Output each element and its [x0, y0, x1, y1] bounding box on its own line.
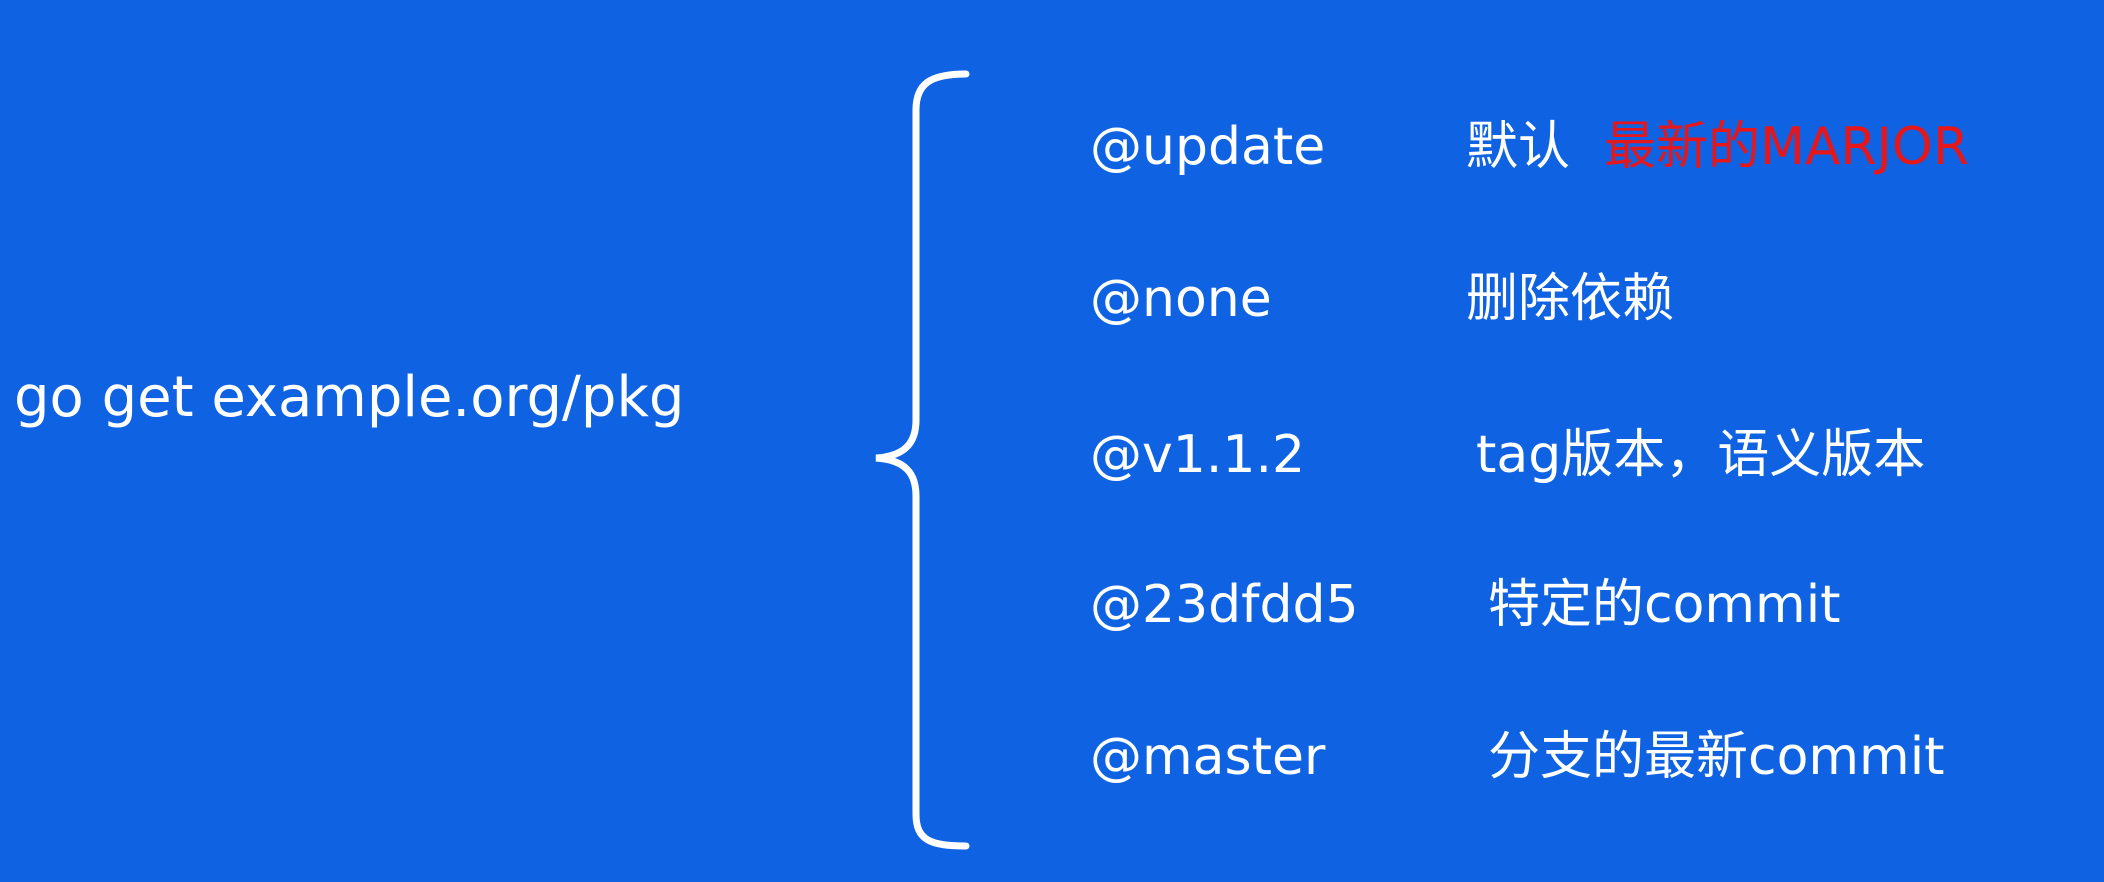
option-row-none: @none 删除依赖 — [0, 264, 2104, 334]
option-description: 默认 — [1466, 117, 1571, 177]
option-row-update: @update 默认 最新的MARJOR — [0, 112, 2104, 182]
option-row-version: @v1.1.2 tag版本，语义版本 — [0, 420, 2104, 490]
option-tag: @update — [1090, 117, 1326, 177]
option-description: 删除依赖 — [1466, 269, 1675, 329]
option-description: tag版本，语义版本 — [1476, 425, 1926, 485]
option-tag: @23dfdd5 — [1090, 575, 1359, 635]
option-row-master: @master 分支的最新commit — [0, 722, 2104, 792]
option-tag: @none — [1090, 269, 1272, 329]
option-description: 分支的最新commit — [1488, 727, 1945, 787]
option-row-commit: @23dfdd5 特定的commit — [0, 570, 2104, 640]
slide: go get example.org/pkg @update 默认 最新的MAR… — [0, 0, 2104, 882]
options-list: @update 默认 最新的MARJOR @none 删除依赖 @v1.1.2 … — [0, 0, 2104, 882]
option-tag: @v1.1.2 — [1090, 425, 1306, 485]
option-description: 特定的commit — [1488, 575, 1841, 635]
option-note: 最新的MARJOR — [1604, 117, 1969, 177]
option-tag: @master — [1090, 727, 1326, 787]
